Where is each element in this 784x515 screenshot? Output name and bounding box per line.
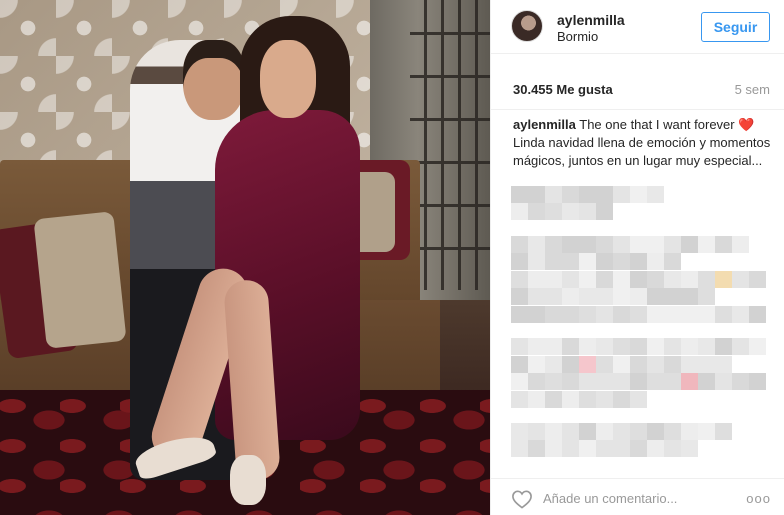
pixelated-comment-row (511, 203, 613, 220)
pixelated-comment-row (511, 423, 732, 440)
likes-count[interactable]: 30.455 Me gusta (513, 82, 613, 97)
pixelated-comment-row (511, 306, 766, 323)
heart-outline-icon[interactable] (511, 489, 533, 509)
more-options-icon[interactable]: ooo (746, 491, 771, 506)
caption-username[interactable]: aylenmilla (513, 117, 576, 132)
pixelated-comment-row (511, 391, 647, 408)
header-location[interactable]: Bormio (557, 29, 598, 44)
pixelated-comment-row (511, 356, 732, 373)
post-sidebar: aylenmilla Bormio Seguir 30.455 Me gusta… (490, 0, 784, 515)
follow-button[interactable]: Seguir (701, 12, 770, 42)
comment-input[interactable] (543, 487, 723, 509)
post-photo[interactable] (0, 0, 490, 515)
post-header: aylenmilla Bormio Seguir (491, 0, 784, 54)
post-stats: 30.455 Me gusta 5 sem (491, 54, 784, 110)
heart-emoji-icon: ❤️ (738, 117, 755, 132)
post-age[interactable]: 5 sem (735, 82, 770, 97)
pixelated-comment-row (511, 440, 698, 457)
pixelated-comment-row (511, 271, 766, 288)
pixelated-comment-row (511, 236, 749, 253)
photo-shoe (230, 455, 266, 505)
avatar[interactable] (511, 10, 543, 42)
pixelated-comment-row (511, 288, 715, 305)
photo-cushion (33, 211, 127, 349)
pixelated-comments (511, 186, 781, 476)
pixelated-comment-row (511, 253, 681, 270)
photo-ironwork (410, 0, 490, 290)
photo-man-head (183, 40, 245, 120)
post-footer: ooo (491, 478, 784, 515)
photo-woman-face (260, 40, 316, 118)
caption-text: The one that I want forever (575, 117, 739, 132)
header-username[interactable]: aylenmilla (557, 12, 625, 28)
post-caption: aylenmilla The one that I want forever ❤… (513, 116, 775, 170)
pixelated-comment-row (511, 338, 766, 355)
caption-text-continued: Linda navidad llena de emoción y momento… (513, 135, 771, 168)
pixelated-comment-row (511, 373, 766, 390)
pixelated-comment-row (511, 186, 664, 203)
